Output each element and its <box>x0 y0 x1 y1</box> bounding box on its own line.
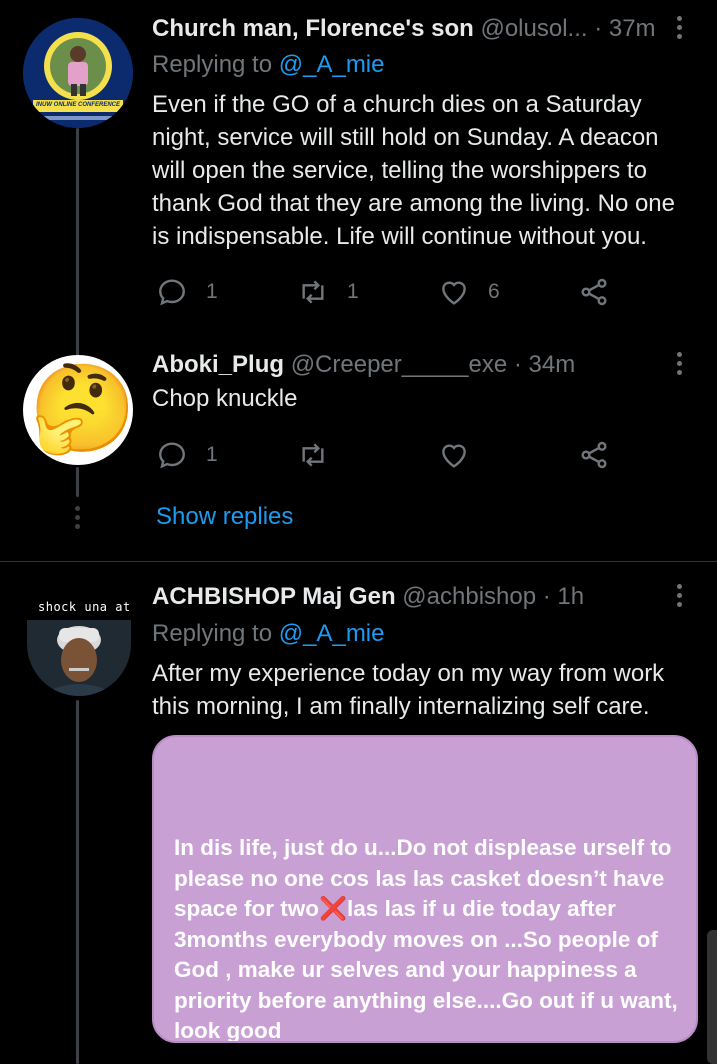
scrollbar[interactable] <box>707 930 717 1064</box>
reply-button[interactable]: 1 <box>156 276 218 308</box>
tweet-header: ACHBISHOP Maj Gen @achbishop · 1h <box>152 582 584 612</box>
divider <box>0 561 717 562</box>
timestamp[interactable]: · 34m <box>514 351 575 378</box>
share-button[interactable] <box>578 439 610 471</box>
reply-count: 1 <box>206 443 218 466</box>
show-replies-link[interactable]: Show replies <box>156 503 293 531</box>
tweet-header: Aboki_Plug @Creeper_____exe · 34m <box>152 350 575 380</box>
replying-to: Replying to @_A_mie <box>152 50 385 80</box>
cross-mark-icon: ❌ <box>319 896 348 921</box>
heart-icon <box>442 281 466 305</box>
replying-to: Replying to @_A_mie <box>152 619 385 649</box>
thread-dots <box>75 506 80 529</box>
tweet-image[interactable]: In dis life, just do u...Do not displeas… <box>152 735 698 1043</box>
avatar-caption: shock una at <box>38 600 131 614</box>
tweet-body: Even if the GO of a church dies on a Sat… <box>152 91 675 250</box>
handle[interactable]: @Creeper_____exe <box>291 351 508 378</box>
thread-line <box>76 128 79 356</box>
mention-link[interactable]: @_A_mie <box>279 620 385 647</box>
share-button[interactable] <box>578 276 610 308</box>
avatar[interactable]: INUW ONLINE CONFERENCE <box>23 18 133 128</box>
retweet-count: 1 <box>347 280 359 303</box>
timestamp[interactable]: · 37m <box>594 15 655 42</box>
heart-icon <box>442 444 466 468</box>
like-button[interactable]: 6 <box>438 276 500 308</box>
image-text: In dis life, just do u...Do not displeas… <box>174 833 694 1041</box>
reply-icon <box>159 442 185 469</box>
reply-count: 1 <box>206 280 218 303</box>
thread-line <box>76 467 79 497</box>
like-count: 6 <box>488 280 500 303</box>
retweet-icon <box>302 443 324 467</box>
reply-icon <box>159 279 185 306</box>
tweet-body: After my experience today on my way from… <box>152 660 665 720</box>
mention-link[interactable]: @_A_mie <box>279 51 385 78</box>
display-name[interactable]: ACHBISHOP Maj Gen <box>152 583 396 610</box>
retweet-button[interactable] <box>297 439 329 471</box>
avatar[interactable] <box>27 620 131 696</box>
display-name[interactable]: Church man, Florence's son <box>152 15 474 42</box>
avatar-banner-text: INUW ONLINE CONFERENCE <box>36 102 120 108</box>
replying-to-label: Replying to <box>152 620 279 647</box>
like-button[interactable] <box>438 439 470 471</box>
retweet-icon <box>302 280 324 304</box>
handle[interactable]: @achbishop <box>402 583 536 610</box>
timestamp[interactable]: · 1h <box>543 583 584 610</box>
share-icon <box>581 441 607 469</box>
more-vertical-icon[interactable] <box>677 16 683 43</box>
avatar[interactable]: 🤔 <box>23 355 133 465</box>
tweet-header: Church man, Florence's son @olusol... · … <box>152 14 656 44</box>
reply-button[interactable]: 1 <box>156 439 218 471</box>
thread-line <box>76 700 79 1064</box>
share-icon <box>581 278 607 306</box>
more-vertical-icon[interactable] <box>677 352 683 379</box>
handle[interactable]: @olusol... <box>480 15 587 42</box>
tweet-body: Chop knuckle <box>152 385 298 412</box>
avatar-image <box>27 620 131 696</box>
more-vertical-icon[interactable] <box>677 584 683 611</box>
retweet-button[interactable]: 1 <box>297 276 359 308</box>
replying-to-label: Replying to <box>152 51 279 78</box>
thinking-face-emoji: 🤔 <box>29 361 133 457</box>
display-name[interactable]: Aboki_Plug <box>152 351 284 378</box>
avatar-image <box>23 18 133 128</box>
